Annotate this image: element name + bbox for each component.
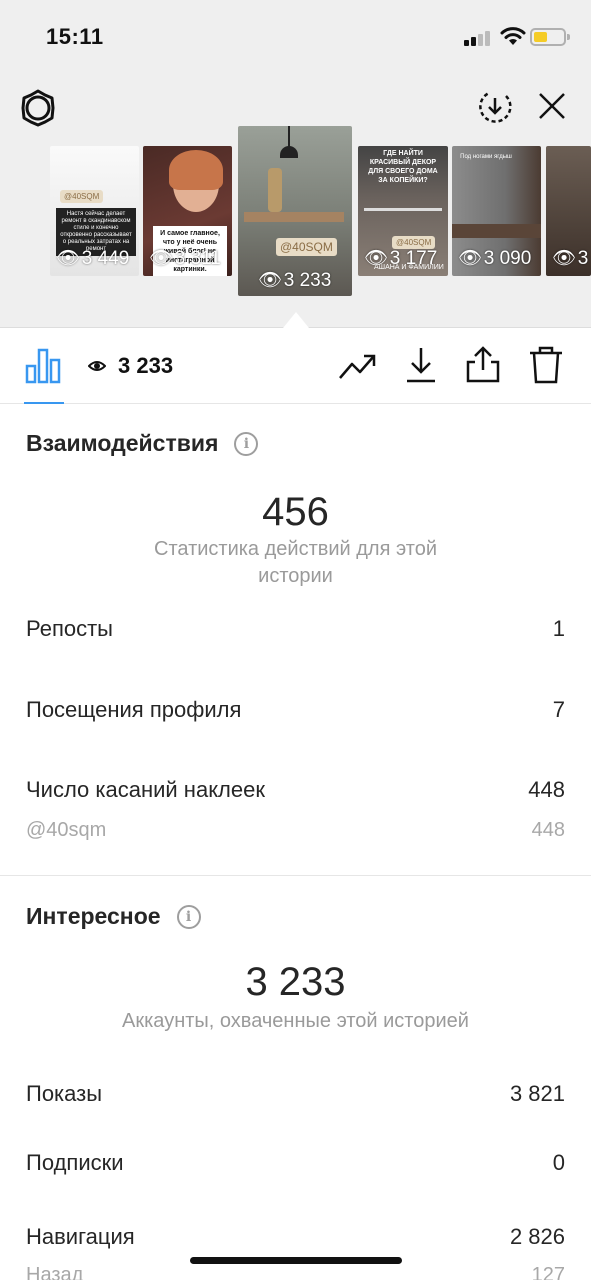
story-views-text: 3 311: [174, 248, 221, 269]
interactions-subtitle: Статистика действий для этой истории: [154, 538, 437, 587]
story-caption: Под ногами ягдыш: [460, 154, 512, 160]
active-tab-indicator: [24, 402, 64, 404]
promote-trend-icon[interactable]: [338, 350, 378, 382]
status-bar: 15:11: [0, 0, 591, 70]
stat-label: Репосты: [26, 616, 113, 641]
info-icon[interactable]: i: [234, 431, 259, 456]
shelf-shape: [364, 208, 442, 211]
wifi-icon: [500, 27, 526, 45]
stat-row: Показы 3 821: [26, 1081, 565, 1107]
stat-value: 1: [552, 616, 565, 641]
story-thumbnail[interactable]: ГДЕ НАЙТИ КРАСИВЫЙ ДЕКОР ДЛЯ СВОЕГО ДОМА…: [358, 146, 448, 276]
story-thumbnail[interactable]: @40SQM Настя сейчас делает ремонт в скан…: [50, 146, 139, 276]
cellular-signal-icon: [464, 28, 492, 46]
story-sticker: @40SQM: [276, 238, 337, 256]
settings-icon[interactable]: [18, 88, 58, 128]
lamp-shade: [280, 146, 298, 158]
stat-row: Репосты 1: [26, 616, 565, 642]
section-divider: [0, 875, 591, 876]
story-views-text: 3 090: [483, 248, 532, 269]
stat-value: 127: [531, 1264, 565, 1280]
story-views-text: 3 449: [81, 248, 130, 269]
story-strip: @40SQM Настя сейчас делает ремонт в скан…: [0, 70, 591, 328]
status-time: 15:11: [46, 24, 104, 49]
story-caption: ГДЕ НАЙТИ КРАСИВЫЙ ДЕКОР ДЛЯ СВОЕГО ДОМА…: [368, 150, 438, 184]
stat-row: Посещения профиля 7: [26, 697, 565, 723]
stat-value: 448: [528, 777, 565, 802]
stat-label: Подписки: [26, 1150, 124, 1175]
sticker-row: @40sqm 448: [26, 819, 565, 842]
story-thumbnail[interactable]: И самое главное, что у неё очень живой б…: [143, 146, 232, 276]
stat-label: Число касаний наклеек: [26, 777, 265, 802]
stat-row: Подписки 0: [26, 1150, 565, 1176]
stat-row: Число касаний наклеек 448: [26, 777, 565, 803]
hair-shape: [169, 150, 223, 190]
vase-shape: [268, 168, 282, 212]
stat-label: Навигация: [26, 1224, 135, 1249]
sticker-value: 448: [531, 819, 565, 841]
share-icon[interactable]: [465, 346, 501, 384]
story-view-count: 👁︎ 3 233: [258, 270, 332, 291]
discovery-total: 3 233: [245, 960, 346, 1004]
stat-label: Посещения профиля: [26, 697, 242, 722]
counter-shape: [452, 224, 541, 238]
story-toolbar: 3 233: [0, 328, 591, 404]
insights-bar-chart-icon[interactable]: [24, 346, 62, 384]
story-view-count: 👁︎ 3 311: [149, 248, 221, 269]
discovery-section-title: Интересное i: [26, 903, 201, 930]
discovery-title-text: Интересное: [26, 903, 161, 929]
stat-row: Навигация 2 826: [26, 1224, 565, 1250]
info-icon[interactable]: i: [176, 904, 201, 929]
download-icon[interactable]: [404, 346, 438, 384]
story-thumbnail[interactable]: 👁︎ 3: [546, 146, 591, 276]
views-count-text: 3 233: [118, 353, 174, 378]
story-views-text: 3 233: [283, 270, 332, 291]
story-view-count: 👁︎ 3 090: [458, 248, 532, 269]
stat-value: 2 826: [509, 1224, 565, 1249]
interactions-section-title: Взаимодействия i: [26, 430, 259, 457]
stat-label: Назад: [26, 1264, 84, 1280]
views-count[interactable]: 3 233: [88, 353, 173, 379]
story-thumbnail-selected[interactable]: @40SQM 👁︎ 3 233: [238, 126, 352, 296]
story-sticker: @40SQM: [60, 190, 104, 203]
story-view-count: 👁︎ 3 449: [56, 248, 130, 269]
interactions-title-text: Взаимодействия: [26, 430, 219, 456]
table-shape: [244, 212, 344, 222]
story-views-text: 3 177: [389, 248, 438, 269]
close-icon[interactable]: [536, 90, 568, 122]
eye-icon: [88, 361, 106, 371]
battery-icon: [530, 28, 570, 46]
story-view-count: 👁︎ 3: [552, 248, 589, 269]
story-thumbnail[interactable]: Под ногами ягдыш 👁︎ 3 090: [452, 146, 541, 276]
selected-pointer: [283, 312, 309, 328]
story-view-count: 👁︎ 3 177: [364, 248, 438, 269]
stat-row-partial: Назад 127: [26, 1264, 565, 1280]
trash-icon[interactable]: [528, 346, 564, 384]
download-circle-icon[interactable]: [476, 88, 514, 126]
sticker-label: @40sqm: [26, 819, 107, 841]
interactions-total: 456: [262, 490, 329, 534]
home-indicator[interactable]: [190, 1257, 402, 1264]
stat-value: 3 821: [509, 1081, 565, 1106]
stat-value: 7: [552, 697, 565, 722]
stat-value: 0: [552, 1150, 565, 1175]
lamp-shape: [288, 126, 290, 148]
story-views-text: 3: [577, 248, 589, 269]
stat-label: Показы: [26, 1081, 103, 1106]
discovery-subtitle: Аккаунты, охваченные этой историей: [122, 1010, 469, 1032]
